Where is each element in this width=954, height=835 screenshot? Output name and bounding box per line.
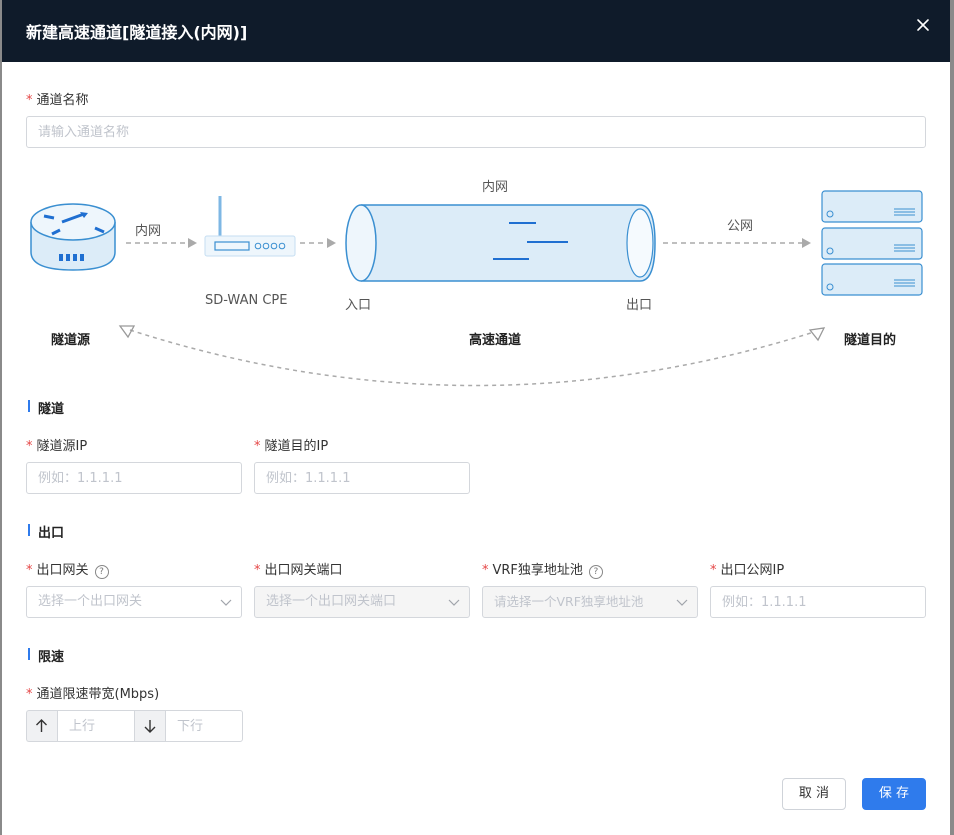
topology-diagram [30,190,923,387]
upstream-addon [26,710,57,742]
arrow-up-icon [36,719,47,732]
section-marker [28,400,30,412]
exit-gateway-port-select[interactable]: 选择一个出口网关端口 [254,586,470,618]
arrow-tunnel-to-dest [663,238,811,248]
router-icon [30,203,116,271]
exit-section-title-text: 出口 [38,526,65,541]
chevron-down-icon [448,599,460,606]
diagram-entry-label: 入口 [345,298,372,313]
exit-public-ip-input[interactable] [710,586,926,618]
exit-gateway-port-label-text: 出口网关端口 [264,563,343,578]
required-mark: * [254,563,261,578]
diagram-tunnel-destination: 隧道目的 [844,333,897,348]
diagram-public-net: 公网 [727,219,754,234]
arrow-cpe-to-tunnel [300,238,336,248]
bandwidth-label: * 通道限速带宽(Mbps) [26,683,159,702]
bandwidth-label-text: 通道限速带宽(Mbps) [36,687,160,702]
tunnel-cylinder-icon [345,204,656,282]
diagram-high-speed-channel: 高速通道 [469,333,522,348]
exit-gateway-port-label: * 出口网关端口 [254,559,343,578]
tunnel-dest-ip-label: * 隧道目的IP [254,435,328,454]
exit-gateway-placeholder: 选择一个出口网关 [38,594,143,609]
section-marker [28,648,30,660]
diagram-exit-label: 出口 [626,298,653,313]
diagram-tunnel-source: 隧道源 [51,333,91,348]
required-mark: * [26,563,33,578]
channel-name-label: * 通道名称 [26,89,89,108]
required-mark: * [26,93,33,108]
diagram-intranet-top: 内网 [482,180,509,195]
tunnel-section-title-text: 隧道 [38,402,65,417]
required-mark: * [26,439,33,454]
chevron-down-icon [676,599,688,606]
tunnel-source-ip-label: * 隧道源IP [26,435,87,454]
tunnel-source-ip-label-text: 隧道源IP [36,439,88,454]
downstream-addon [135,710,165,742]
tunnel-source-ip-input[interactable] [26,462,242,494]
server-stack-icon [821,190,923,296]
exit-section-title: 出口 [28,522,65,541]
section-marker [28,524,30,536]
cancel-button[interactable]: 取 消 [782,778,846,810]
dialog-header: 新建高速通道[隧道接入(内网)] [2,0,950,62]
upstream-bandwidth-input[interactable] [57,710,135,742]
tunnel-dest-ip-input[interactable] [254,462,470,494]
vrf-pool-label: * VRF独享地址池? [482,559,603,579]
create-channel-dialog: 新建高速通道[隧道接入(内网)] * 通道名称 请输入通道名称 内网 内网 公网… [2,0,950,835]
required-mark: * [710,563,717,578]
downstream-bandwidth-input[interactable] [165,710,243,742]
channel-name-label-text: 通道名称 [36,93,89,108]
required-mark: * [482,563,489,578]
close-icon[interactable] [912,14,934,36]
vrf-pool-placeholder: 请选择一个VRF独享地址池 [494,594,644,609]
chevron-down-icon [220,599,232,606]
required-mark: * [254,439,261,454]
exit-gateway-label-text: 出口网关 [36,563,89,578]
exit-gateway-label: * 出口网关? [26,559,109,579]
required-mark: * [26,687,33,702]
exit-gateway-select[interactable]: 选择一个出口网关 [26,586,242,618]
channel-name-input[interactable] [26,116,926,148]
help-icon[interactable]: ? [588,565,603,579]
tunnel-dest-ip-label-text: 隧道目的IP [264,439,329,454]
save-button[interactable]: 保 存 [862,778,926,810]
help-icon[interactable]: ? [94,565,109,579]
tunnel-section-title: 隧道 [28,398,65,417]
vrf-pool-select[interactable]: 请选择一个VRF独享地址池 [482,586,698,618]
arrow-down-icon [144,720,156,733]
exit-gateway-port-placeholder: 选择一个出口网关端口 [266,594,397,609]
vrf-pool-label-text: VRF独享地址池 [492,563,583,578]
diagram-intranet-left: 内网 [135,224,162,239]
exit-public-ip-label: * 出口公网IP [710,559,784,578]
dialog-title: 新建高速通道[隧道接入(内网)] [26,23,248,42]
rate-section-title-text: 限速 [38,650,65,665]
cpe-device-icon [204,196,296,257]
arrow-router-to-cpe [126,238,197,248]
diagram-cpe-label: SD-WAN CPE [205,293,288,308]
exit-public-ip-label-text: 出口公网IP [720,563,785,578]
rate-section-title: 限速 [28,646,65,665]
